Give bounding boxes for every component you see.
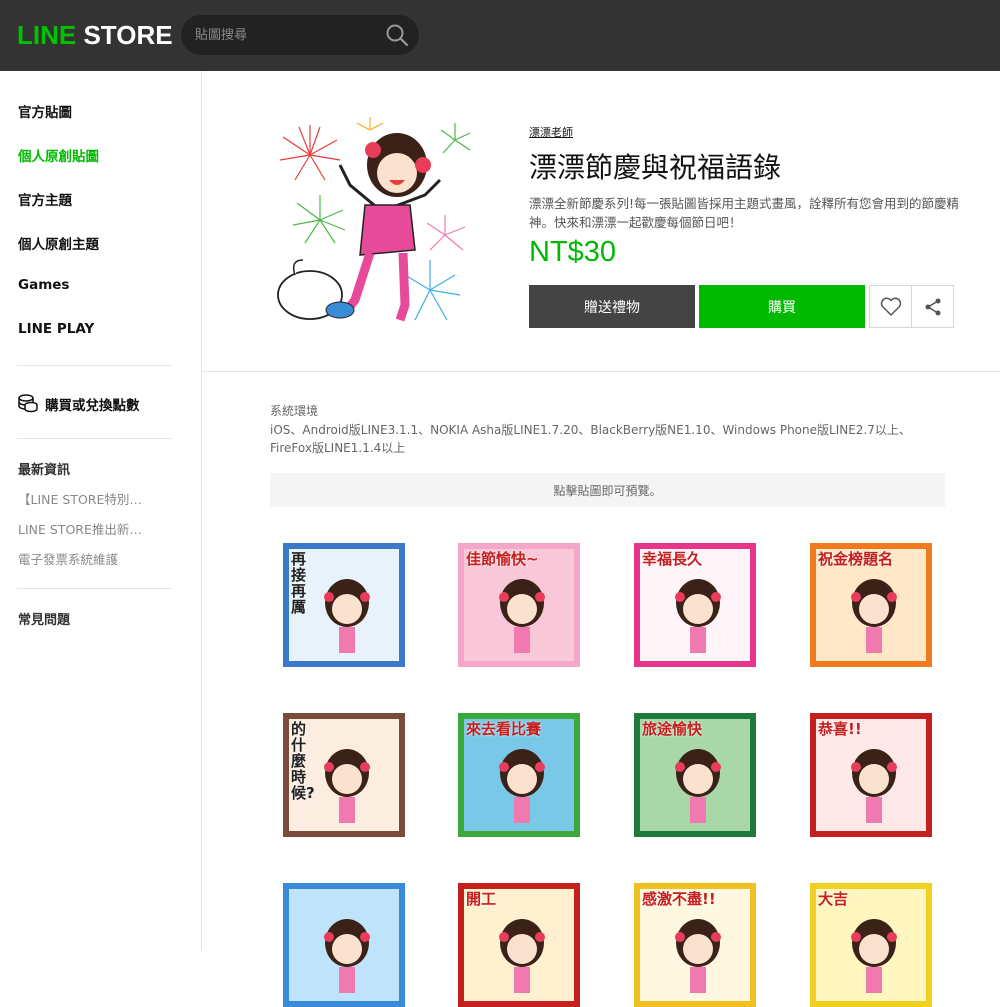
sticker-caption: 大吉 [818,890,849,908]
sidebar-item-games[interactable]: Games [18,277,69,293]
sticker-thumbnail[interactable]: 感激不盡!! [634,883,756,1007]
gift-button[interactable]: 贈送禮物 [529,285,695,328]
sticker-caption: 佳節愉快~ [466,550,539,568]
sticker-caption: 來去看比賽 [466,720,542,738]
favorite-button[interactable] [869,285,912,328]
sidebar-item-official-stickers[interactable]: 官方貼圖 [18,101,72,121]
sticker-thumbnail[interactable]: 幸福長久 [634,543,756,667]
sidebar-item-buy-points[interactable]: 購買或兌換點數 [45,394,140,414]
environment-label: 系統環境 [270,404,319,418]
page-title: 漂漂節慶與祝福語錄 [529,151,782,184]
logo-line-text: LINE [17,20,77,50]
logo-store-text: STORE [83,20,173,50]
search-icon [386,24,409,47]
product-description: 漂漂全新節慶系列!每一張貼圖皆採用主題式畫風，詮釋所有您會用到的節慶精神。快來和… [529,196,960,230]
sticker-thumbnail[interactable] [283,883,405,1007]
news-item[interactable]: 電子發票系統維護 [18,549,118,568]
sticker-caption: 的什麼時候? [291,720,315,802]
sticker-thumbnail[interactable]: 再接再厲 [283,543,405,667]
sticker-caption: 再接再厲 [291,550,307,616]
news-item[interactable]: 【LINE STORE特別… [18,489,142,508]
sticker-thumbnail[interactable]: 旅途愉快 [634,713,756,837]
sidebar-divider [17,438,172,439]
environment-text: iOS、Android版LINE3.1.1、NOKIA Asha版LINE1.7… [270,423,911,455]
author-link[interactable]: 漂漂老師 [529,124,573,140]
sticker-thumbnail[interactable]: 祝金榜題名 [810,543,932,667]
share-button[interactable] [911,285,954,328]
sidebar-divider [17,365,172,366]
sidebar-divider [17,588,172,589]
sticker-caption: 感激不盡!! [642,890,716,908]
sticker-caption: 祝金榜題名 [818,550,894,568]
sidebar-item-official-themes[interactable]: 官方主題 [18,189,72,209]
search-box [181,15,419,55]
sticker-main-image [277,117,471,322]
news-item[interactable]: LINE STORE推出新… [18,519,142,538]
share-icon [925,298,940,315]
preview-hint: 點擊貼圖即可預覽。 [270,473,945,507]
search-button[interactable] [385,23,409,47]
top-header: LINE STORE [0,0,1000,71]
sticker-caption: 恭喜!! [818,720,862,738]
line-store-logo[interactable]: LINE STORE [17,20,173,51]
sticker-caption: 開工 [466,890,497,908]
product-price: NT$30 [529,236,617,268]
sidebar: 官方貼圖 個人原創貼圖 官方主題 個人原創主題 Games LINE PLAY … [0,71,202,950]
coins-icon [18,394,38,413]
sidebar-item-creators-themes[interactable]: 個人原創主題 [18,233,99,253]
section-divider [202,371,1000,372]
sticker-caption: 幸福長久 [642,550,703,568]
sticker-thumbnail[interactable]: 開工 [458,883,580,1007]
sticker-image [283,883,405,1007]
sidebar-item-faq[interactable]: 常見問題 [18,609,70,628]
sticker-thumbnail[interactable]: 來去看比賽 [458,713,580,837]
sticker-thumbnail[interactable]: 佳節愉快~ [458,543,580,667]
sticker-thumbnail[interactable]: 大吉 [810,883,932,1007]
sidebar-item-creators-stickers[interactable]: 個人原創貼圖 [18,145,99,165]
search-input[interactable] [195,25,375,45]
news-heading: 最新資訊 [18,463,71,478]
sticker-caption: 旅途愉快 [642,720,703,738]
sticker-thumbnail[interactable]: 的什麼時候? [283,713,405,837]
heart-icon [880,297,901,316]
sticker-thumbnail[interactable]: 恭喜!! [810,713,932,837]
buy-button[interactable]: 購買 [699,285,865,328]
sidebar-item-line-play[interactable]: LINE PLAY [18,321,94,337]
